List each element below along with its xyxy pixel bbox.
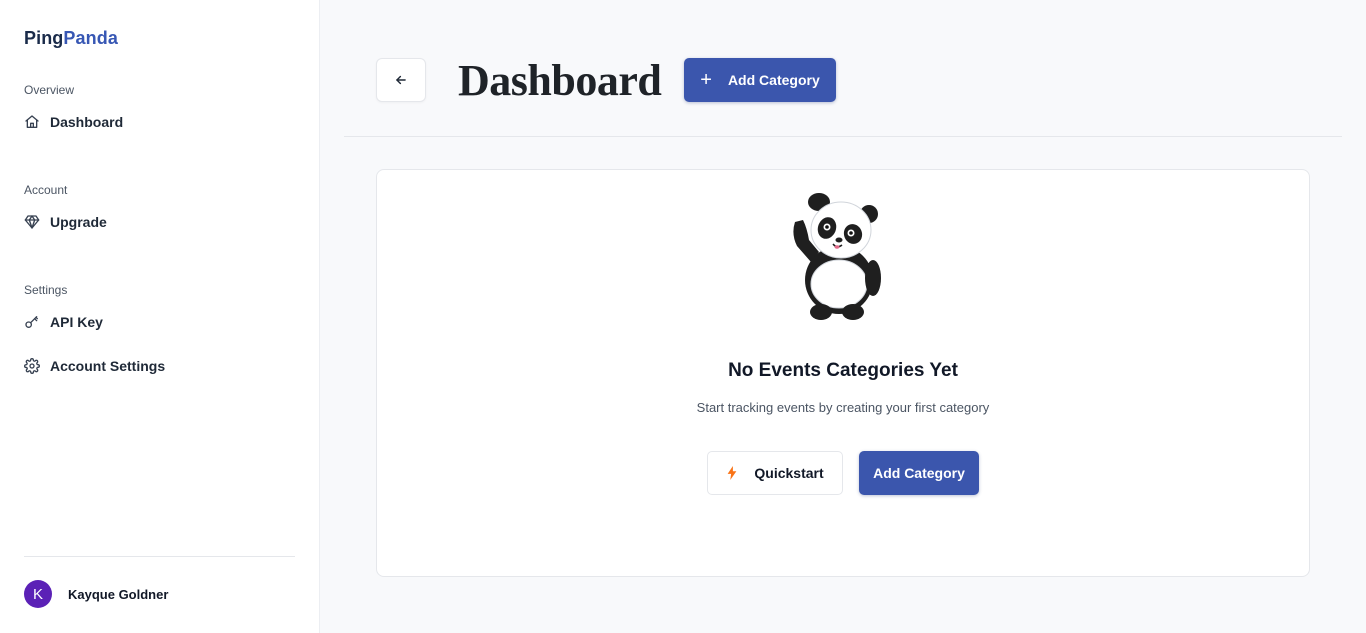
sidebar-item-account-settings[interactable]: Account Settings	[24, 350, 295, 382]
empty-state-add-category-button[interactable]: Add Category	[859, 451, 979, 495]
home-icon	[24, 114, 40, 130]
panda-illustration	[793, 193, 881, 320]
sidebar-item-dashboard[interactable]: Dashboard	[24, 106, 295, 138]
user-profile[interactable]: K Kayque Goldner	[24, 580, 168, 608]
section-label-overview: Overview	[24, 83, 75, 97]
sidebar-item-api-key[interactable]: API Key	[24, 306, 295, 338]
nav-section-overview: Overview Dashboard	[24, 82, 295, 138]
header-divider	[344, 136, 1342, 137]
brand-logo[interactable]: PingPanda	[24, 28, 118, 49]
add-category-label: Add Category	[873, 465, 965, 481]
sidebar-item-label: Account Settings	[50, 358, 166, 374]
brand-name-part2: Panda	[63, 28, 118, 48]
quickstart-button[interactable]: Quickstart	[707, 451, 843, 495]
sidebar-item-label: Upgrade	[50, 214, 107, 230]
sidebar-item-upgrade[interactable]: Upgrade	[24, 206, 295, 238]
quickstart-label: Quickstart	[754, 465, 824, 481]
empty-state-subtitle: Start tracking events by creating your f…	[696, 400, 990, 415]
lightning-icon	[728, 466, 737, 480]
user-name: Kayque Goldner	[68, 586, 169, 602]
add-category-button[interactable]: + Add Category	[684, 58, 836, 102]
brand-name-part1: Ping	[24, 28, 64, 48]
sidebar-item-label: API Key	[50, 314, 103, 330]
sidebar-divider	[24, 556, 295, 557]
sidebar: PingPanda Overview Dashboard Account Upg…	[0, 0, 320, 633]
section-label-account: Account	[24, 183, 68, 197]
nav-section-settings: Settings API Key Account Settings	[24, 282, 295, 382]
empty-state-actions: Quickstart Add Category	[707, 451, 979, 495]
empty-state-card: No Events Categories Yet Start tracking …	[376, 169, 1310, 577]
nav-section-account: Account Upgrade	[24, 182, 295, 238]
gear-icon	[24, 358, 40, 374]
plus-icon: +	[700, 69, 712, 91]
app-root: PingPanda Overview Dashboard Account Upg…	[0, 0, 1366, 633]
empty-state-title: No Events Categories Yet	[728, 360, 958, 381]
add-category-label: Add Category	[727, 72, 820, 88]
main-content: Dashboard + Add Category No Events Categ…	[320, 0, 1366, 633]
key-icon	[24, 314, 40, 330]
avatar: K	[24, 580, 52, 608]
back-button[interactable]	[376, 58, 426, 102]
sidebar-item-label: Dashboard	[50, 114, 124, 130]
page-title: Dashboard	[458, 56, 662, 105]
gem-icon	[24, 214, 40, 230]
section-label-settings: Settings	[24, 283, 68, 297]
arrow-left-icon	[394, 73, 408, 87]
